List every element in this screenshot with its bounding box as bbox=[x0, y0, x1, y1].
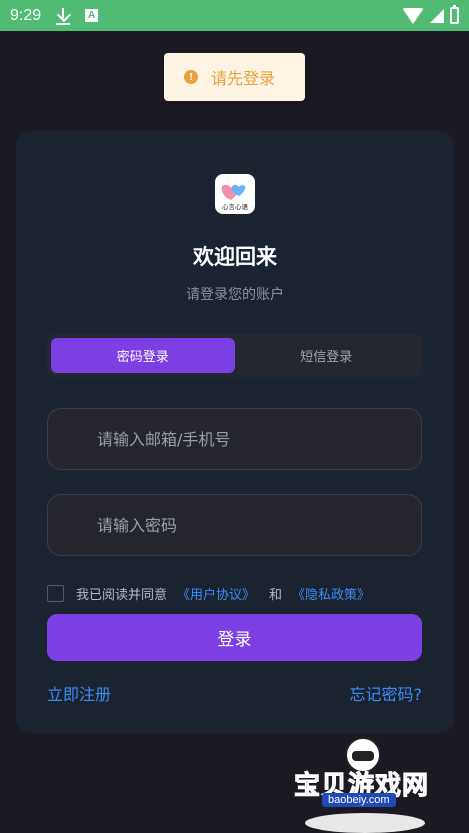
agreement-and: 和 bbox=[269, 588, 283, 603]
toast-message: ! 请先登录 bbox=[164, 53, 305, 101]
register-link[interactable]: 立即注册 bbox=[47, 681, 111, 705]
user-agreement-link[interactable]: 《用户协议》 bbox=[177, 584, 255, 603]
agreement-text: 我已阅读并同意 bbox=[76, 588, 168, 603]
app-logo: 心言心语 bbox=[215, 174, 255, 214]
battery-icon bbox=[450, 5, 459, 24]
a-icon: A bbox=[85, 9, 99, 22]
watermark-logo: 宝贝游戏网 baobeiy.com bbox=[290, 735, 440, 833]
watermark-url: baobeiy.com bbox=[322, 793, 396, 807]
wifi-icon bbox=[402, 7, 424, 24]
toast-text: 请先登录 bbox=[211, 69, 276, 88]
system-icons bbox=[402, 5, 459, 24]
agreement-row: 我已阅读并同意 《用户协议》 和 《隐私政策》 bbox=[47, 584, 370, 603]
password-input[interactable] bbox=[97, 515, 397, 535]
privacy-policy-link[interactable]: 《隐私政策》 bbox=[292, 584, 370, 603]
forgot-password-link[interactable]: 忘记密码? bbox=[350, 681, 423, 705]
warning-icon: ! bbox=[184, 70, 198, 84]
tab-sms-login[interactable]: 短信登录 bbox=[235, 338, 419, 373]
agreement-checkbox[interactable] bbox=[47, 585, 64, 602]
page-title: 欢迎回来 bbox=[193, 245, 277, 269]
tab-password-login[interactable]: 密码登录 bbox=[51, 338, 235, 373]
status-time: 9:29 bbox=[10, 6, 42, 24]
signal-icon bbox=[430, 8, 444, 23]
account-field[interactable] bbox=[47, 408, 422, 470]
heart-logo-icon: 心言心语 bbox=[221, 184, 249, 211]
status-bar: 9:29 A bbox=[0, 0, 469, 31]
login-card: 心言心语 欢迎回来 请登录您的账户 密码登录 短信登录 我已阅读并同意 《用户协… bbox=[16, 131, 454, 733]
svg-text:心言心语: 心言心语 bbox=[222, 202, 249, 211]
login-button[interactable]: 登录 bbox=[47, 614, 422, 661]
login-mode-tabs: 密码登录 短信登录 bbox=[47, 334, 422, 377]
page-subtitle: 请登录您的账户 bbox=[186, 287, 284, 303]
download-icon bbox=[55, 7, 71, 25]
account-input[interactable] bbox=[97, 429, 397, 449]
password-field[interactable] bbox=[47, 494, 422, 556]
